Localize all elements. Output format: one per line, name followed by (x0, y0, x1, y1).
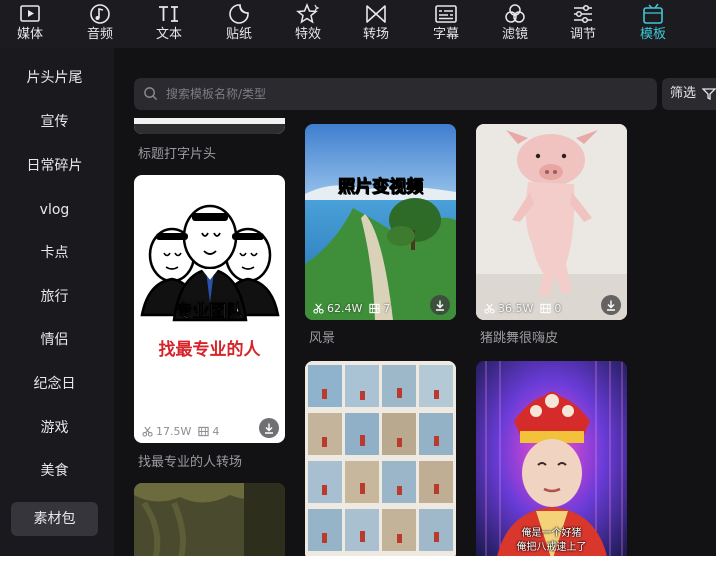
template-card-scenery[interactable]: 照片变视频 62.4W 7 (305, 124, 456, 320)
sticker-icon (226, 1, 252, 27)
tab-template[interactable]: 模板 (623, 0, 683, 48)
template-grid-area: 搜索模板名称/类型 筛选 标题打字片头 专业团队 找最专业的人 17.5W 4 … (114, 48, 716, 556)
sidebar-item-beat[interactable]: 卡点 (11, 236, 98, 270)
video-subtitle-line2: 俺把八戒逮上了 (516, 542, 587, 553)
template-card-dancing-pig[interactable]: 36.5W 0 (476, 124, 627, 320)
filter-icon (502, 1, 528, 27)
card-stats: 62.4W 7 (313, 302, 390, 315)
search-icon (144, 87, 158, 101)
media-icon (17, 1, 43, 27)
tab-audio[interactable]: 音频 (70, 0, 130, 48)
tab-adjust[interactable]: 调节 (553, 0, 613, 48)
scissors-icon (484, 303, 495, 314)
template-panel: 媒体 音频 文本 贴纸 特效 转场 字幕 滤镜 调节 模板 片头片尾 宣传 日常… (0, 0, 716, 556)
tab-subtitle[interactable]: 字幕 (416, 0, 476, 48)
clip-count: 4 (212, 425, 220, 438)
clips-icon (369, 303, 381, 314)
tab-label: 转场 (362, 27, 389, 42)
tab-label: 模板 (639, 27, 666, 42)
template-card-photo-collage[interactable] (305, 361, 456, 556)
card-caption: 猪跳舞很嗨皮 (480, 331, 559, 346)
download-button[interactable] (259, 418, 279, 438)
pig-thumbnail (476, 124, 627, 320)
card-stats: 17.5W 4 (142, 425, 219, 438)
usage-count: 36.5W (498, 302, 534, 315)
template-card-monk[interactable]: 俺是一个好猪 俺把八戒逮上了 (476, 361, 627, 556)
card-footer-strip (134, 124, 285, 134)
download-icon (436, 300, 444, 311)
filter-label: 筛选 (670, 86, 697, 101)
transition-icon (363, 1, 389, 27)
sidebar-item-couple[interactable]: 情侣 (11, 323, 98, 357)
template-card-pro-team[interactable]: 专业团队 找最专业的人 17.5W 4 (134, 175, 285, 443)
clips-icon (540, 303, 552, 314)
scissors-icon (313, 303, 324, 314)
card-subtitle-overlay: 找最专业的人 (158, 340, 261, 360)
card-caption: 找最专业的人转场 (138, 455, 243, 470)
usage-count: 17.5W (156, 425, 192, 438)
card-stats: 36.5W 0 (484, 302, 561, 315)
download-icon (265, 423, 273, 434)
card-caption: 风景 (309, 331, 336, 346)
clip-count: 0 (554, 302, 562, 315)
scissors-icon (142, 426, 153, 437)
effects-icon (295, 1, 321, 27)
sidebar-item-daily[interactable]: 日常碎片 (11, 149, 98, 183)
tab-label: 媒体 (16, 27, 43, 42)
card-caption: 标题打字片头 (138, 147, 217, 162)
sidebar-item-material-pack[interactable]: 素材包 (11, 502, 98, 536)
tab-label: 滤镜 (501, 27, 528, 42)
sidebar-item-game[interactable]: 游戏 (11, 411, 98, 445)
tab-label: 贴纸 (225, 27, 252, 42)
filter-button[interactable]: 筛选 (662, 78, 716, 110)
sidebar-item-travel[interactable]: 旅行 (11, 280, 98, 314)
tab-label: 调节 (569, 27, 596, 42)
tab-filter[interactable]: 滤镜 (485, 0, 545, 48)
sidebar-item-promo[interactable]: 宣传 (11, 105, 98, 139)
scenery-thumbnail (305, 124, 456, 320)
template-card-title-typing[interactable] (134, 118, 285, 134)
clip-count: 7 (383, 302, 391, 315)
window-bottom-edge (0, 556, 720, 570)
tab-label: 特效 (294, 27, 321, 42)
tab-label: 文本 (155, 27, 182, 42)
video-subtitle-line1: 俺是一个好猪 (521, 528, 582, 539)
search-placeholder: 搜索模板名称/类型 (166, 87, 267, 101)
usage-count: 62.4W (327, 302, 363, 315)
tab-effects[interactable]: 特效 (278, 0, 338, 48)
top-toolbar: 媒体 音频 文本 贴纸 特效 转场 字幕 滤镜 调节 模板 (0, 0, 716, 48)
template-card-curtain[interactable] (134, 483, 285, 556)
download-button[interactable] (430, 295, 450, 315)
audio-icon (87, 1, 113, 27)
tab-media[interactable]: 媒体 (0, 0, 60, 48)
template-icon (640, 1, 666, 27)
tab-transition[interactable]: 转场 (346, 0, 406, 48)
download-icon (607, 300, 615, 311)
tab-text[interactable]: 文本 (139, 0, 199, 48)
category-sidebar: 片头片尾 宣传 日常碎片 vlog 卡点 旅行 情侣 纪念日 游戏 美食 素材包 (0, 48, 114, 556)
sidebar-item-food[interactable]: 美食 (11, 454, 98, 488)
clips-icon (198, 426, 210, 437)
photo-collage-thumbnail (305, 361, 456, 556)
text-icon (156, 1, 182, 27)
sidebar-item-anniversary[interactable]: 纪念日 (11, 367, 98, 401)
card-title-overlay: 专业团队 (175, 302, 244, 323)
adjust-icon (570, 1, 596, 27)
card-title-overlay: 照片变视频 (338, 177, 424, 198)
tab-sticker[interactable]: 贴纸 (209, 0, 269, 48)
tab-label: 音频 (86, 27, 113, 42)
search-input[interactable]: 搜索模板名称/类型 (134, 78, 657, 110)
tab-label: 字幕 (432, 27, 459, 42)
download-button[interactable] (601, 295, 621, 315)
funnel-icon (702, 88, 716, 100)
sidebar-item-intro-outro[interactable]: 片头片尾 (11, 61, 98, 95)
sidebar-item-vlog[interactable]: vlog (11, 193, 98, 227)
curtain-thumbnail (134, 483, 285, 556)
subtitle-icon (433, 1, 459, 27)
